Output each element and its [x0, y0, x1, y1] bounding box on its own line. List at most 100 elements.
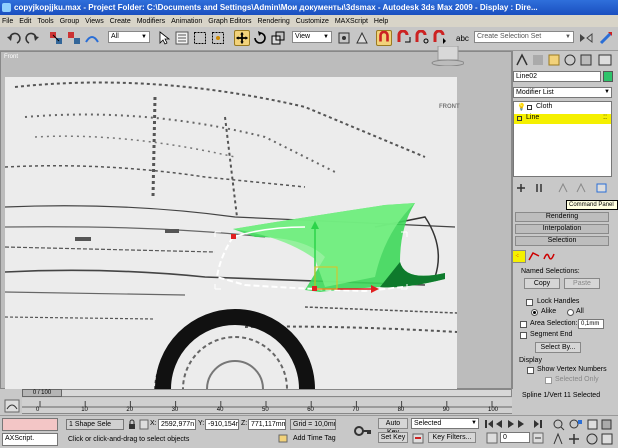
paste-button[interactable]: Paste — [564, 278, 600, 289]
rollout-rendering[interactable]: Rendering — [515, 212, 609, 222]
menu-views[interactable]: Views — [85, 18, 104, 25]
auto-key-button[interactable]: Auto Key — [378, 418, 408, 436]
object-color-swatch[interactable] — [603, 71, 613, 82]
time-configuration-icon[interactable] — [532, 432, 544, 444]
current-frame-field[interactable]: 0 — [500, 432, 530, 443]
modifier-stack-toolbar[interactable] — [515, 182, 611, 194]
go-to-end-icon[interactable] — [532, 418, 544, 430]
viewport-canvas[interactable] — [5, 77, 457, 389]
prompt-line: Click or click-and-drag to select object… — [68, 436, 190, 443]
area-selection-input[interactable]: 0,1mm — [578, 319, 604, 329]
add-time-tag[interactable]: Add Time Tag — [293, 435, 336, 442]
go-to-start-icon — [485, 420, 493, 428]
menu-animation[interactable]: Animation — [171, 18, 202, 25]
select-by-button[interactable]: Select By... — [535, 342, 581, 353]
spinner-snap-toggle-icon[interactable] — [432, 30, 448, 46]
open-mini-curve-editor-icon[interactable] — [4, 399, 20, 413]
show-vertex-numbers-checkbox[interactable] — [527, 367, 534, 374]
dots-icon: ⁚⁚ — [603, 115, 607, 121]
copy-button[interactable]: Copy — [524, 278, 560, 289]
tick-label: 0 — [36, 407, 40, 413]
time-slider[interactable] — [22, 389, 512, 397]
light-bulb-icon[interactable]: 💡 — [517, 103, 526, 111]
y-coordinate-field[interactable]: -910,154m — [205, 419, 239, 430]
select-and-scale-icon[interactable] — [270, 30, 286, 46]
command-panel-tabs[interactable] — [515, 53, 615, 67]
tick-label: 50 — [262, 407, 269, 413]
menu-customize[interactable]: Customize — [296, 18, 329, 25]
z-coordinate-field[interactable]: 771,117mm — [248, 419, 286, 430]
select-and-move-icon[interactable] — [234, 30, 250, 46]
maxscript-listener[interactable] — [2, 418, 58, 431]
menu-modifiers[interactable]: Modifiers — [137, 18, 165, 25]
key-mode-toggle-icon[interactable] — [486, 432, 498, 444]
segment-end-checkbox[interactable] — [520, 332, 527, 339]
modifier-list-dropdown[interactable]: Modifier List ▼ — [513, 87, 612, 98]
key-mode-dropdown[interactable]: Selected ▼ — [411, 418, 479, 429]
select-and-link-icon[interactable] — [48, 30, 64, 46]
angle-snap-toggle-icon[interactable] — [396, 30, 412, 46]
playback-controls[interactable] — [484, 418, 530, 430]
expand-icon[interactable] — [527, 105, 532, 110]
stack-item-cloth[interactable]: 💡 Cloth — [514, 103, 611, 113]
select-by-name-icon[interactable] — [174, 30, 190, 46]
snaps-toggle-icon[interactable] — [376, 30, 392, 46]
select-and-manipulate-icon[interactable] — [354, 30, 370, 46]
set-key-button[interactable]: Set Key — [378, 432, 408, 443]
named-selection-sets-dropdown[interactable]: Create Selection Set ▼ — [474, 31, 574, 43]
area-selection-checkbox[interactable] — [520, 321, 527, 328]
absolute-mode-icon[interactable] — [139, 419, 149, 430]
menu-edit[interactable]: Edit — [19, 18, 31, 25]
unlink-selection-icon[interactable] — [66, 30, 82, 46]
select-and-rotate-icon[interactable] — [252, 30, 268, 46]
object-name-field[interactable]: Line02 — [513, 71, 601, 82]
tick-label: 40 — [216, 407, 224, 413]
rollout-selection[interactable]: Selection — [515, 236, 609, 246]
menu-tools[interactable]: Tools — [37, 18, 53, 25]
edit-named-selection-icon[interactable]: abc — [454, 30, 470, 46]
time-tag-icon[interactable] — [278, 433, 288, 444]
segment-level-icon[interactable] — [528, 251, 540, 262]
menu-file[interactable]: File — [2, 18, 13, 25]
lock-handles-checkbox[interactable] — [526, 299, 533, 306]
menu-rendering[interactable]: Rendering — [257, 18, 289, 25]
viewport-label[interactable]: Front — [4, 54, 18, 60]
chevron-down-icon: ▼ — [471, 420, 477, 426]
spline-level-icon[interactable] — [543, 251, 555, 262]
redo-icon[interactable] — [24, 30, 40, 46]
percent-snap-toggle-icon[interactable] — [414, 30, 430, 46]
use-pivot-center-icon[interactable] — [336, 30, 352, 46]
key-icon[interactable] — [354, 422, 372, 440]
lock-selection-icon[interactable] — [127, 419, 137, 430]
reference-coordinate-dropdown[interactable]: View ▼ — [292, 31, 332, 43]
selected-only-checkbox[interactable] — [545, 377, 552, 384]
selection-filter-dropdown[interactable]: All ▼ — [108, 31, 150, 43]
alike-radio[interactable] — [531, 309, 538, 316]
select-object-icon[interactable] — [156, 30, 172, 46]
mirror-icon[interactable] — [578, 30, 594, 46]
x-coordinate-field[interactable]: 2592,977n — [158, 419, 196, 430]
rollout-interpolation[interactable]: Interpolation — [515, 224, 609, 234]
menu-help[interactable]: Help — [374, 18, 388, 25]
key-filters-button[interactable]: Key Filters... — [428, 432, 476, 443]
rectangular-selection-region-icon[interactable] — [192, 30, 208, 46]
time-slider-thumb[interactable]: 0 / 100 — [22, 389, 62, 397]
viewport-navigation-controls[interactable] — [552, 418, 616, 446]
set-keys-mode-icon[interactable] — [412, 433, 424, 444]
viewcube-icon[interactable] — [430, 46, 464, 66]
maxscript-mini-listener[interactable]: AXScript. — [2, 433, 58, 446]
menu-group[interactable]: Group — [60, 18, 79, 25]
menu-graph-editors[interactable]: Graph Editors — [208, 18, 251, 25]
all-radio[interactable] — [567, 309, 574, 316]
align-icon[interactable] — [598, 30, 614, 46]
vertex-level-button[interactable]: ⁖ — [512, 250, 526, 263]
expand-icon[interactable] — [517, 116, 522, 121]
menu-create[interactable]: Create — [110, 18, 131, 25]
viewcube-label[interactable]: FRONT — [439, 104, 460, 110]
menu-maxscript[interactable]: MAXScript — [335, 18, 368, 25]
stack-item-line[interactable]: Line ⁚⁚ — [514, 114, 611, 124]
undo-icon[interactable] — [6, 30, 22, 46]
zoom-icon — [553, 419, 565, 431]
window-crossing-icon[interactable] — [210, 30, 226, 46]
bind-to-space-warp-icon[interactable] — [84, 30, 100, 46]
